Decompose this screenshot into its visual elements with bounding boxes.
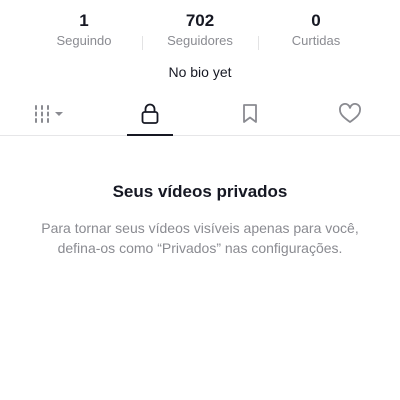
likes-stat[interactable]: 0 Curtidas: [262, 10, 370, 50]
following-stat[interactable]: 1 Seguindo: [30, 10, 138, 50]
empty-state-description: Para tornar seus vídeos visíveis apenas …: [41, 220, 359, 256]
followers-label: Seguidores: [167, 33, 233, 48]
tab-videos[interactable]: [0, 98, 100, 135]
profile-bio[interactable]: No bio yet: [0, 62, 400, 82]
followers-count: 702: [185, 11, 215, 30]
likes-count: 0: [311, 11, 321, 30]
following-label: Seguindo: [56, 33, 112, 48]
lock-icon: [140, 103, 160, 130]
tab-saved[interactable]: [200, 98, 300, 135]
following-count: 1: [79, 11, 89, 30]
empty-state-title: Seus vídeos privados: [112, 182, 288, 201]
tab-private[interactable]: [100, 98, 200, 136]
bookmark-icon: [241, 103, 259, 130]
chevron-down-icon: [55, 112, 63, 116]
videos-grid-icon: [33, 104, 67, 129]
likes-label: Curtidas: [291, 33, 341, 48]
private-videos-empty-state: Seus vídeos privados Para tornar seus ví…: [20, 180, 380, 258]
heart-icon: [338, 103, 362, 130]
profile-stats: 1 Seguindo 702 Seguidores 0 Curtidas: [30, 10, 370, 50]
tab-liked[interactable]: [300, 98, 400, 135]
stat-divider: [257, 36, 259, 50]
profile-tabs: [0, 98, 400, 136]
stat-divider: [141, 36, 143, 50]
followers-stat[interactable]: 702 Seguidores: [146, 10, 254, 50]
